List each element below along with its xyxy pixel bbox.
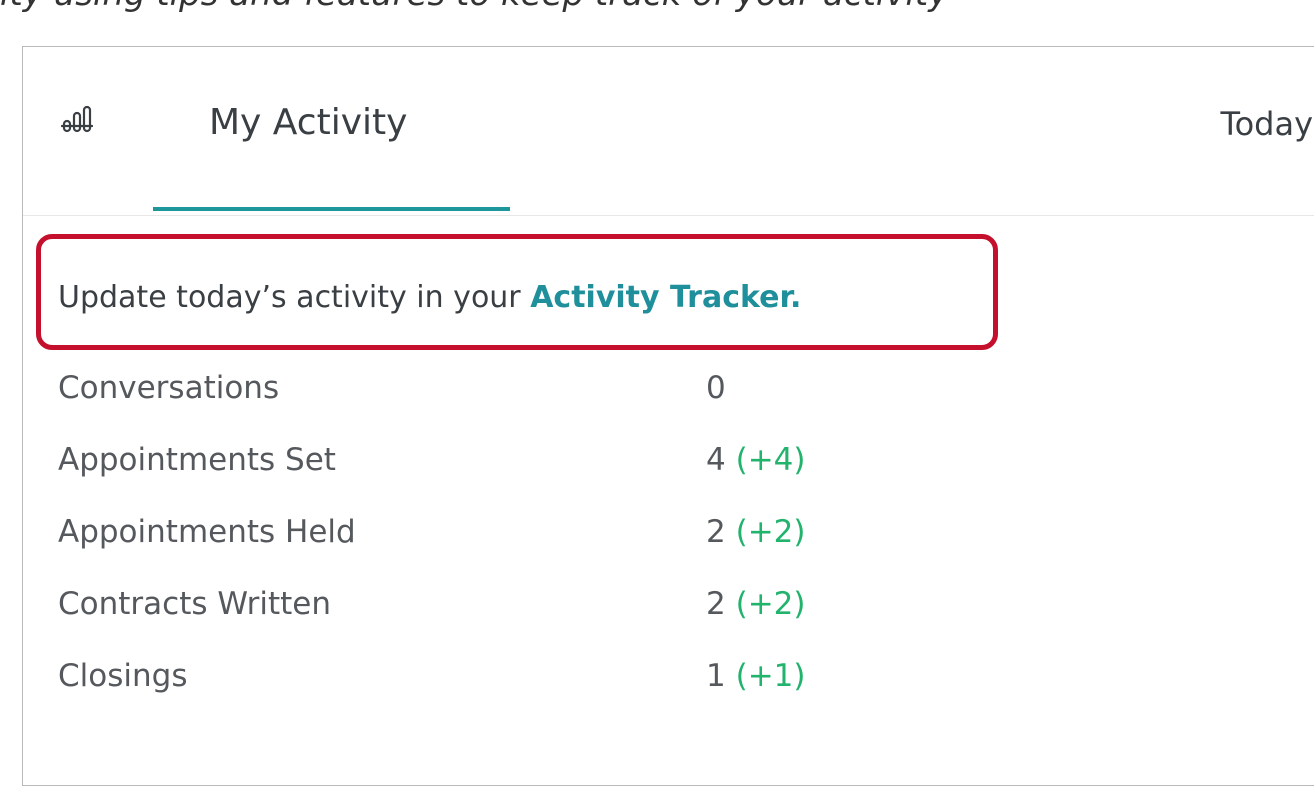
metric-value: 0 [706,370,726,406]
metric-label: Contracts Written [58,586,332,622]
metric-count: 2 [706,514,726,550]
period-selector[interactable]: Today [1220,105,1313,143]
metric-delta: (+2) [735,586,806,622]
metric-label: Closings [58,658,188,694]
metric-row: Appointments Held 2 (+2) [58,508,958,580]
metric-delta: (+2) [735,514,806,550]
card-header: My Activity Today [23,47,1314,216]
metric-label: Appointments Held [58,514,356,550]
metric-value: 4 (+4) [706,442,805,478]
metric-row: Appointments Set 4 (+4) [58,436,958,508]
metric-row: Closings 1 (+1) [58,652,958,724]
activity-tracker-link[interactable]: Activity Tracker. [530,280,801,315]
metric-delta: (+4) [735,442,806,478]
activity-icon [60,105,94,135]
metric-value: 2 (+2) [706,586,805,622]
activity-metrics: Conversations 0 Appointments Set 4 (+4) … [58,364,958,724]
metric-count: 1 [706,658,726,694]
metric-count: 2 [706,586,726,622]
metric-row: Contracts Written 2 (+2) [58,580,958,652]
cropped-caption: ity using tips and features to keep trac… [0,0,1314,14]
update-message-text: Update today’s activity in your [58,280,521,315]
metric-label: Conversations [58,370,280,406]
metric-value: 2 (+2) [706,514,805,550]
active-tab-indicator [153,207,510,211]
metric-delta: (+1) [735,658,806,694]
metric-count: 0 [706,370,726,406]
metric-label: Appointments Set [58,442,336,478]
metric-count: 4 [706,442,726,478]
tab-my-activity-label: My Activity [209,102,408,143]
update-activity-message: Update today’s activity in your Activity… [58,280,801,315]
metric-row: Conversations 0 [58,364,958,436]
tab-my-activity[interactable]: My Activity [153,47,510,215]
metric-value: 1 (+1) [706,658,805,694]
